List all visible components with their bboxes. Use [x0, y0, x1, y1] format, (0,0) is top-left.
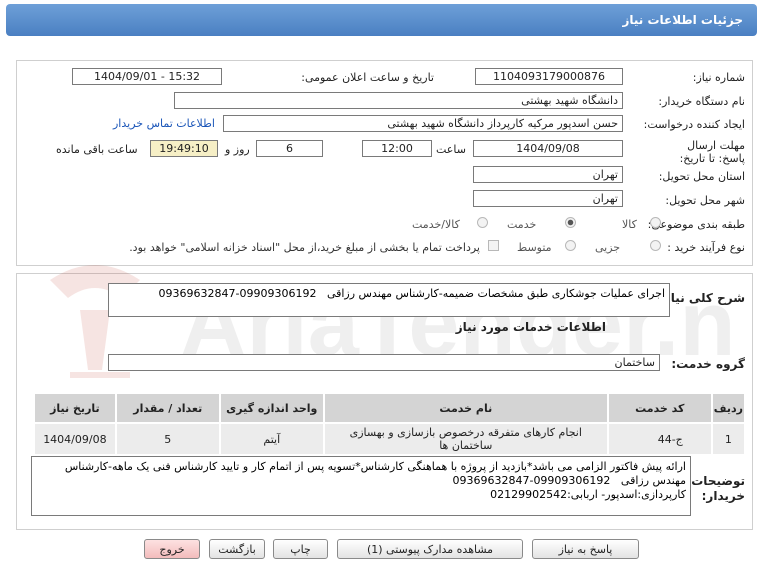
- col-qty: تعداد / مقدار: [114, 392, 221, 424]
- category-radio-goods[interactable]: [650, 217, 661, 228]
- cell-row: 1: [710, 422, 747, 456]
- city-value: تهران: [473, 190, 623, 207]
- announce-value: 1404/09/01 - 15:32: [72, 68, 222, 85]
- print-button[interactable]: چاپ: [273, 539, 328, 559]
- cell-unit: آیتم: [218, 422, 325, 456]
- deadline-date: 1404/09/08: [473, 140, 623, 157]
- cell-date: 1404/09/08: [33, 422, 117, 456]
- creator-value: حسن اسدپور مرکیه کارپرداز دانشگاه شهید ب…: [223, 115, 623, 132]
- buyer-org-label: نام دستگاه خریدار:: [658, 95, 745, 108]
- col-row: ردیف: [710, 392, 747, 424]
- table-header-row: ردیف کد خدمت نام خدمت واحد اندازه گیری ت…: [33, 392, 747, 424]
- summary-text[interactable]: اجرای عملیات جوشکاری طبق مشخصات ضمیمه-کا…: [108, 283, 670, 317]
- buyer-contact-link[interactable]: اطلاعات تماس خریدار: [113, 117, 215, 130]
- process-option-medium: متوسط: [517, 241, 552, 254]
- reply-button[interactable]: پاسخ به نیاز: [532, 539, 639, 559]
- buyer-notes-text[interactable]: ارائه پیش فاکتور الزامی می باشد*بازدید ا…: [31, 456, 691, 516]
- deadline-days: 6: [256, 140, 323, 157]
- city-label: شهر محل تحویل:: [665, 194, 745, 207]
- treasury-note: پرداخت تمام یا بخشی از مبلغ خرید،از محل …: [129, 241, 480, 254]
- category-label: طبقه بندی موضوعی:: [647, 218, 745, 231]
- deadline-time: 12:00: [362, 140, 432, 157]
- cell-name: انجام کارهای متفرقه درخصوص بازسازی و بهس…: [322, 422, 609, 456]
- table-row: 1 ج-44 انجام کارهای متفرقه درخصوص بازساز…: [33, 422, 747, 456]
- service-group-label: گروه خدمت:: [671, 357, 745, 371]
- back-button[interactable]: بازگشت: [209, 539, 265, 559]
- page-title: جزئیات اطلاعات نیاز: [622, 13, 743, 27]
- process-option-minor: جزیی: [595, 241, 621, 254]
- page-header: جزئیات اطلاعات نیاز: [6, 4, 757, 36]
- need-number-value: 1104093179000876: [475, 68, 623, 85]
- deadline-time-label: ساعت: [436, 143, 466, 156]
- announce-label: تاریخ و ساعت اعلان عمومی:: [301, 71, 434, 84]
- buyer-org-value: دانشگاه شهید بهشتی: [174, 92, 623, 109]
- province-value: تهران: [473, 166, 623, 183]
- category-option-goods-service: کالا/خدمت: [412, 218, 460, 231]
- summary-label: شرح کلی نیاز:: [659, 291, 745, 305]
- days-label: روز و: [225, 143, 250, 156]
- col-name: نام خدمت: [322, 392, 609, 424]
- process-radio-medium[interactable]: [565, 240, 576, 251]
- deadline-label: مهلت ارسال پاسخ: تا تاریخ:: [679, 139, 745, 165]
- services-table: ردیف کد خدمت نام خدمت واحد اندازه گیری ت…: [33, 392, 747, 456]
- cell-code: ج-44: [606, 422, 713, 456]
- category-option-goods: کالا: [622, 218, 637, 231]
- services-title: اطلاعات خدمات مورد نیاز: [455, 320, 606, 334]
- need-number-label: شماره نیاز:: [692, 71, 745, 84]
- remaining-label: ساعت باقی مانده: [56, 143, 138, 156]
- process-radio-minor[interactable]: [650, 240, 661, 251]
- category-radio-service[interactable]: [565, 217, 576, 228]
- col-code: کد خدمت: [606, 392, 713, 424]
- view-attachments-button[interactable]: مشاهده مدارک پیوستی (1): [337, 539, 523, 559]
- treasury-checkbox[interactable]: [488, 240, 499, 251]
- service-group-value: ساختمان: [108, 354, 660, 371]
- exit-button[interactable]: خروج: [144, 539, 200, 559]
- province-label: استان محل تحویل:: [658, 170, 745, 183]
- details-panel: [16, 60, 753, 266]
- remaining-time: 19:49:10: [150, 140, 218, 157]
- category-radio-goods-service[interactable]: [477, 217, 488, 228]
- col-date: تاریخ نیاز: [33, 392, 117, 424]
- cell-qty: 5: [114, 422, 221, 456]
- creator-label: ایجاد کننده درخواست:: [643, 118, 745, 131]
- category-option-service: خدمت: [507, 218, 537, 231]
- process-label: نوع فرآیند خرید :: [667, 241, 745, 254]
- col-unit: واحد اندازه گیری: [218, 392, 325, 424]
- buyer-notes-label: توضیحات خریدار:: [691, 474, 745, 503]
